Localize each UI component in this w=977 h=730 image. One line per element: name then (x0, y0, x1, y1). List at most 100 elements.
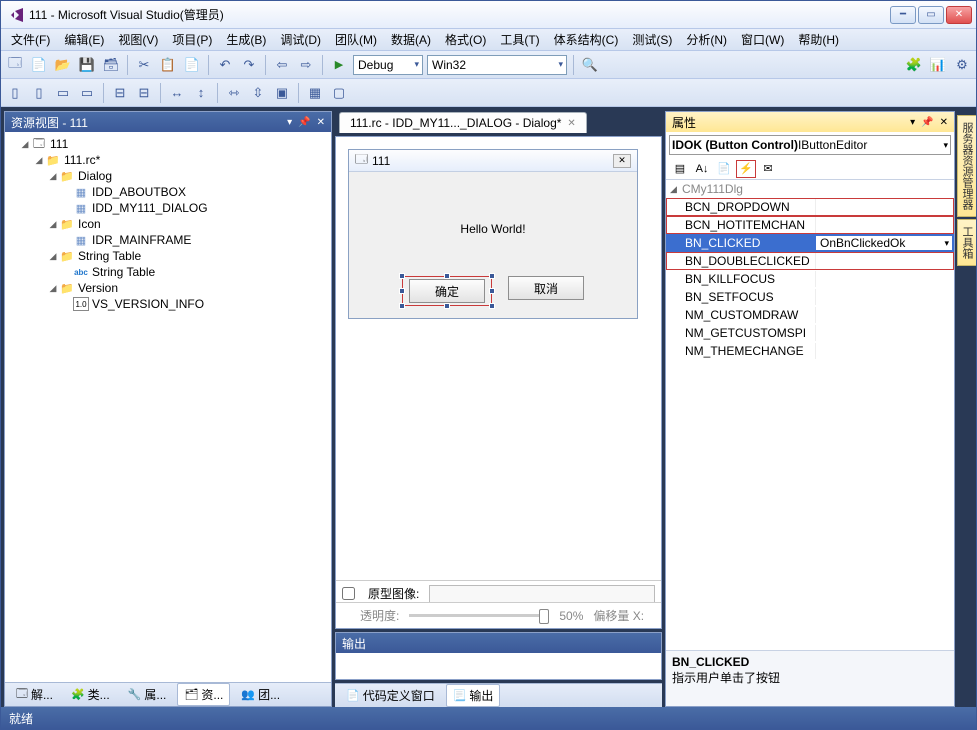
menu-tools[interactable]: 工具(T) (494, 29, 545, 50)
align-top-icon[interactable]: ▭ (53, 83, 73, 103)
align-bottom-icon[interactable]: ▭ (77, 83, 97, 103)
menu-test[interactable]: 测试(S) (626, 29, 678, 50)
config-combo[interactable]: Debug (353, 55, 423, 75)
menu-architecture[interactable]: 体系结构(C) (548, 29, 625, 50)
prop-item[interactable]: NM_THEMECHANGE (666, 342, 954, 360)
paste-icon[interactable]: 📄 (182, 55, 202, 75)
messages-icon[interactable]: ✉ (758, 160, 778, 178)
prop-item-selected[interactable]: BN_CLICKEDOnBnClickedOk (666, 234, 954, 252)
menu-edit[interactable]: 编辑(E) (58, 29, 110, 50)
btab-codedef[interactable]: 📄代码定义窗口 (339, 684, 442, 707)
tree-icon-folder[interactable]: ◢📁Icon (7, 216, 329, 232)
tree-version-item[interactable]: 1.0VS_VERSION_INFO (7, 296, 329, 312)
save-icon[interactable]: 💾 (77, 55, 97, 75)
prop-group[interactable]: ◢CMy111Dlg (666, 180, 954, 198)
prop-item[interactable]: NM_GETCUSTOMSPI (666, 324, 954, 342)
menu-data[interactable]: 数据(A) (385, 29, 437, 50)
tree-stringtable-folder[interactable]: ◢📁String Table (7, 248, 329, 264)
find-icon[interactable]: 🔍 (580, 55, 600, 75)
guides-icon[interactable]: ▢ (329, 83, 349, 103)
add-item-icon[interactable]: 📄 (29, 55, 49, 75)
tree-dialog-item[interactable]: ▦IDD_ABOUTBOX (7, 184, 329, 200)
minimize-button[interactable]: ━ (890, 6, 916, 24)
pin-icon[interactable]: 📌 (298, 117, 310, 128)
start-debug-icon[interactable]: ▶ (329, 55, 349, 75)
prop-item[interactable]: BN_DOUBLECLICKED (666, 252, 954, 270)
menu-build[interactable]: 生成(B) (220, 29, 272, 50)
menu-format[interactable]: 格式(O) (439, 29, 492, 50)
align-left-icon[interactable]: ▯ (5, 83, 25, 103)
categorized-icon[interactable]: ▤ (670, 160, 690, 178)
cancel-button[interactable]: 取消 (508, 276, 584, 300)
save-all-icon[interactable]: 🗃 (101, 55, 121, 75)
tree-dialog-item[interactable]: ▦IDD_MY111_DIALOG (7, 200, 329, 216)
proto-checkbox[interactable] (342, 587, 355, 600)
dropdown-icon[interactable]: ▾ (910, 117, 915, 128)
nav-fwd-icon[interactable]: ⇨ (296, 55, 316, 75)
btab-output[interactable]: 📃输出 (446, 684, 501, 707)
menu-view[interactable]: 视图(V) (112, 29, 164, 50)
ext1-icon[interactable]: 🧩 (904, 55, 924, 75)
properties-list[interactable]: ◢CMy111Dlg BCN_DROPDOWN BCN_HOTITEMCHAN … (666, 180, 954, 650)
center-h-icon[interactable]: ⊟ (110, 83, 130, 103)
prop-item[interactable]: NM_CUSTOMDRAW (666, 306, 954, 324)
proto-path-input[interactable] (429, 585, 655, 603)
ok-button[interactable]: 确定 (409, 279, 485, 303)
menu-window[interactable]: 窗口(W) (735, 29, 790, 50)
menu-file[interactable]: 文件(F) (5, 29, 56, 50)
properties-selection[interactable]: IDOK (Button Control) IButtonEditor ▾ (669, 135, 951, 155)
opacity-slider[interactable] (409, 614, 549, 617)
maximize-button[interactable]: ▭ (918, 6, 944, 24)
ext3-icon[interactable]: ⚙ (952, 55, 972, 75)
btab-class[interactable]: 🧩类... (64, 683, 117, 706)
editor-tab[interactable]: 111.rc - IDD_MY11..._DIALOG - Dialog* ✕ (339, 112, 587, 133)
resource-tree[interactable]: ◢🗔111 ◢📁111.rc* ◢📁Dialog ▦IDD_ABOUTBOX ▦… (5, 132, 331, 682)
dialog-close-icon[interactable]: ✕ (613, 154, 631, 168)
prop-item[interactable]: BCN_HOTITEMCHAN (666, 216, 954, 234)
tree-root[interactable]: ◢🗔111 (7, 136, 329, 152)
tree-version-folder[interactable]: ◢📁Version (7, 280, 329, 296)
menu-project[interactable]: 项目(P) (166, 29, 218, 50)
ok-button-selection[interactable]: 确定 (402, 276, 492, 306)
nav-back-icon[interactable]: ⇦ (272, 55, 292, 75)
prop-item[interactable]: BN_KILLFOCUS (666, 270, 954, 288)
menu-debug[interactable]: 调试(D) (274, 29, 327, 50)
center-v-icon[interactable]: ⊟ (134, 83, 154, 103)
dialog-designer[interactable]: 🗔 111 ✕ Hello World! 确定 取消 (335, 136, 662, 629)
open-icon[interactable]: 📂 (53, 55, 73, 75)
alphabetical-icon[interactable]: A↓ (692, 160, 712, 178)
properties-icon[interactable]: 📄 (714, 160, 734, 178)
panel-close-icon[interactable]: ✕ (317, 117, 325, 128)
btab-resource[interactable]: 🗂资... (177, 683, 230, 706)
tree-rc[interactable]: ◢📁111.rc* (7, 152, 329, 168)
dropdown-icon[interactable]: ▾ (287, 117, 292, 128)
menu-help[interactable]: 帮助(H) (792, 29, 845, 50)
panel-close-icon[interactable]: ✕ (940, 117, 948, 128)
menu-analyze[interactable]: 分析(N) (680, 29, 733, 50)
btab-prop[interactable]: 🔧属... (121, 683, 174, 706)
copy-icon[interactable]: 📋 (158, 55, 178, 75)
same-height-icon[interactable]: ⇳ (248, 83, 268, 103)
close-button[interactable]: ✕ (946, 6, 972, 24)
menu-team[interactable]: 团队(M) (329, 29, 383, 50)
same-width-icon[interactable]: ⇿ (224, 83, 244, 103)
platform-combo[interactable]: Win32 (427, 55, 567, 75)
prop-item[interactable]: BN_SETFOCUS (666, 288, 954, 306)
align-right-icon[interactable]: ▯ (29, 83, 49, 103)
btab-team[interactable]: 👥团... (234, 683, 287, 706)
server-explorer-tab[interactable]: 服务器资源管理器 (957, 115, 976, 217)
grid-icon[interactable]: ▦ (305, 83, 325, 103)
pin-icon[interactable]: 📌 (921, 117, 933, 128)
toolbox-tab[interactable]: 工具箱 (957, 219, 976, 266)
space-v-icon[interactable]: ↕ (191, 83, 211, 103)
redo-icon[interactable]: ↷ (239, 55, 259, 75)
same-size-icon[interactable]: ▣ (272, 83, 292, 103)
cut-icon[interactable]: ✂ (134, 55, 154, 75)
tree-icon-item[interactable]: ▦IDR_MAINFRAME (7, 232, 329, 248)
events-icon[interactable]: ⚡ (736, 160, 756, 178)
dialog-frame[interactable]: 🗔 111 ✕ Hello World! 确定 取消 (348, 149, 638, 319)
ext2-icon[interactable]: 📊 (928, 55, 948, 75)
tree-stringtable-item[interactable]: abcString Table (7, 264, 329, 280)
tree-dialog-folder[interactable]: ◢📁Dialog (7, 168, 329, 184)
space-h-icon[interactable]: ↔ (167, 83, 187, 103)
